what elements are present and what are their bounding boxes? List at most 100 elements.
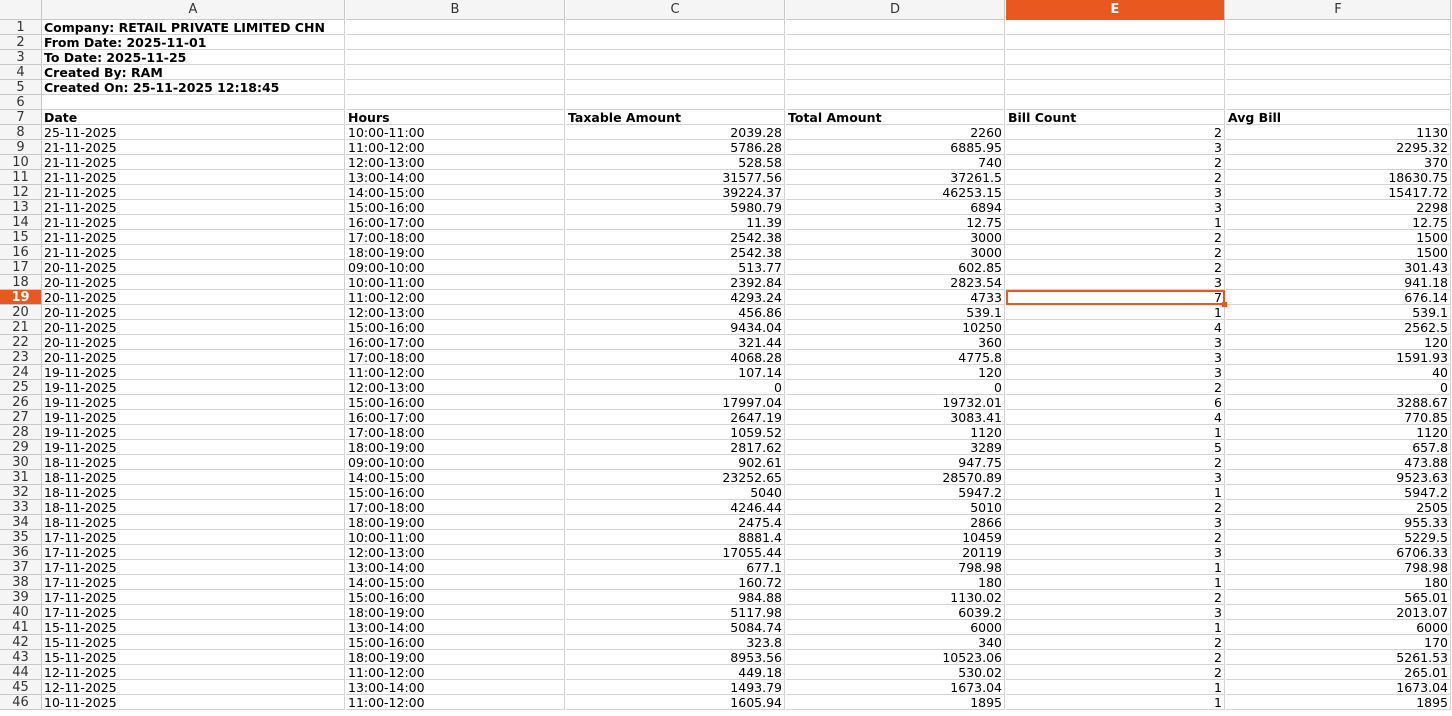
table-cell[interactable]: 12-11-2025	[42, 680, 345, 695]
table-cell[interactable]: 2562.5	[1226, 320, 1451, 335]
table-cell[interactable]: 265.01	[1226, 665, 1451, 680]
row-header-25[interactable]: 25	[0, 380, 42, 395]
empty-cell[interactable]	[566, 35, 785, 50]
table-cell[interactable]: 5261.53	[1226, 650, 1451, 665]
row-header-24[interactable]: 24	[0, 365, 42, 380]
empty-cell[interactable]	[42, 95, 345, 110]
table-cell[interactable]: 17:00-18:00	[346, 350, 565, 365]
empty-cell[interactable]	[1006, 20, 1225, 35]
row-header-34[interactable]: 34	[0, 515, 42, 530]
table-cell[interactable]: 8881.4	[566, 530, 785, 545]
fill-handle[interactable]	[1222, 302, 1227, 307]
table-cell[interactable]: 20-11-2025	[42, 320, 345, 335]
empty-cell[interactable]	[346, 20, 565, 35]
table-cell[interactable]: 8953.56	[566, 650, 785, 665]
table-cell[interactable]: 1493.79	[566, 680, 785, 695]
table-cell[interactable]: 1673.04	[786, 680, 1005, 695]
table-cell[interactable]: 21-11-2025	[42, 140, 345, 155]
table-cell[interactable]: 18630.75	[1226, 170, 1451, 185]
empty-cell[interactable]	[786, 50, 1005, 65]
table-cell[interactable]: 12:00-13:00	[346, 155, 565, 170]
table-cell[interactable]: 10:00-11:00	[346, 275, 565, 290]
table-cell[interactable]: 3000	[786, 230, 1005, 245]
table-cell[interactable]: 2	[1006, 380, 1225, 395]
empty-cell[interactable]	[1006, 95, 1225, 110]
table-header-cell[interactable]: Avg Bill	[1226, 110, 1451, 125]
row-header-7[interactable]: 7	[0, 110, 42, 125]
table-cell[interactable]: 10523.06	[786, 650, 1005, 665]
table-cell[interactable]: 513.77	[566, 260, 785, 275]
table-cell[interactable]: 37261.5	[786, 170, 1005, 185]
row-header-16[interactable]: 16	[0, 245, 42, 260]
row-header-8[interactable]: 8	[0, 125, 42, 140]
row-header-27[interactable]: 27	[0, 410, 42, 425]
empty-cell[interactable]	[1226, 95, 1451, 110]
table-cell[interactable]: 13:00-14:00	[346, 680, 565, 695]
table-cell[interactable]: 28570.89	[786, 470, 1005, 485]
report-meta-cell[interactable]: To Date: 2025-11-25	[42, 50, 345, 65]
table-cell[interactable]: 13:00-14:00	[346, 620, 565, 635]
table-cell[interactable]: 18-11-2025	[42, 455, 345, 470]
table-header-cell[interactable]: Total Amount	[786, 110, 1005, 125]
table-cell[interactable]: 2	[1006, 530, 1225, 545]
table-cell[interactable]: 23252.65	[566, 470, 785, 485]
table-cell[interactable]: 301.43	[1226, 260, 1451, 275]
table-cell[interactable]: 9434.04	[566, 320, 785, 335]
column-header-a[interactable]: A	[42, 0, 345, 20]
table-cell[interactable]: 17:00-18:00	[346, 425, 565, 440]
spreadsheet-grid[interactable]: ABCDEF 1 Company: RETAIL PRIVATE LIMITED …	[0, 0, 1452, 716]
table-cell[interactable]: 11:00-12:00	[346, 365, 565, 380]
table-cell[interactable]: 1	[1006, 695, 1225, 710]
table-cell[interactable]: 120	[1226, 335, 1451, 350]
table-cell[interactable]: 4068.28	[566, 350, 785, 365]
table-cell[interactable]: 2475.4	[566, 515, 785, 530]
table-cell[interactable]: 18-11-2025	[42, 470, 345, 485]
table-cell[interactable]: 5	[1006, 440, 1225, 455]
table-header-cell[interactable]: Taxable Amount	[566, 110, 785, 125]
table-cell[interactable]: 09:00-10:00	[346, 455, 565, 470]
table-cell[interactable]: 170	[1226, 635, 1451, 650]
table-cell[interactable]: 17997.04	[566, 395, 785, 410]
report-meta-cell[interactable]: From Date: 2025-11-01	[42, 35, 345, 50]
table-cell[interactable]: 16:00-17:00	[346, 410, 565, 425]
table-cell[interactable]: 5040	[566, 485, 785, 500]
table-cell[interactable]: 17-11-2025	[42, 605, 345, 620]
empty-cell[interactable]	[1006, 50, 1225, 65]
table-cell[interactable]: 4293.24	[566, 290, 785, 305]
table-cell[interactable]: 2	[1006, 125, 1225, 140]
table-cell[interactable]: 1130	[1226, 125, 1451, 140]
table-cell[interactable]: 2542.38	[566, 245, 785, 260]
table-cell[interactable]: 17-11-2025	[42, 590, 345, 605]
table-cell[interactable]: 2	[1006, 500, 1225, 515]
table-cell[interactable]: 21-11-2025	[42, 215, 345, 230]
table-cell[interactable]: 6	[1006, 395, 1225, 410]
table-cell[interactable]: 12:00-13:00	[346, 380, 565, 395]
column-header-e[interactable]: E	[1006, 0, 1225, 20]
table-cell[interactable]: 941.18	[1226, 275, 1451, 290]
row-header-33[interactable]: 33	[0, 500, 42, 515]
table-cell[interactable]: 2	[1006, 665, 1225, 680]
empty-cell[interactable]	[1226, 65, 1451, 80]
empty-cell[interactable]	[1006, 35, 1225, 50]
empty-cell[interactable]	[346, 35, 565, 50]
table-cell[interactable]: 5010	[786, 500, 1005, 515]
table-cell[interactable]: 798.98	[1226, 560, 1451, 575]
table-cell[interactable]: 3	[1006, 350, 1225, 365]
table-cell[interactable]: 2	[1006, 155, 1225, 170]
table-cell[interactable]: 10250	[786, 320, 1005, 335]
table-cell[interactable]: 2	[1006, 635, 1225, 650]
table-cell[interactable]: 1	[1006, 620, 1225, 635]
table-cell[interactable]: 5117.98	[566, 605, 785, 620]
row-header-14[interactable]: 14	[0, 215, 42, 230]
empty-cell[interactable]	[566, 65, 785, 80]
table-cell[interactable]: 2	[1006, 260, 1225, 275]
empty-cell[interactable]	[346, 95, 565, 110]
table-cell[interactable]: 4246.44	[566, 500, 785, 515]
empty-cell[interactable]	[346, 50, 565, 65]
table-cell[interactable]: 3	[1006, 140, 1225, 155]
table-cell[interactable]: 2823.54	[786, 275, 1005, 290]
table-cell[interactable]: 6000	[1226, 620, 1451, 635]
empty-cell[interactable]	[786, 20, 1005, 35]
table-cell[interactable]: 676.14	[1226, 290, 1451, 305]
empty-cell[interactable]	[786, 35, 1005, 50]
